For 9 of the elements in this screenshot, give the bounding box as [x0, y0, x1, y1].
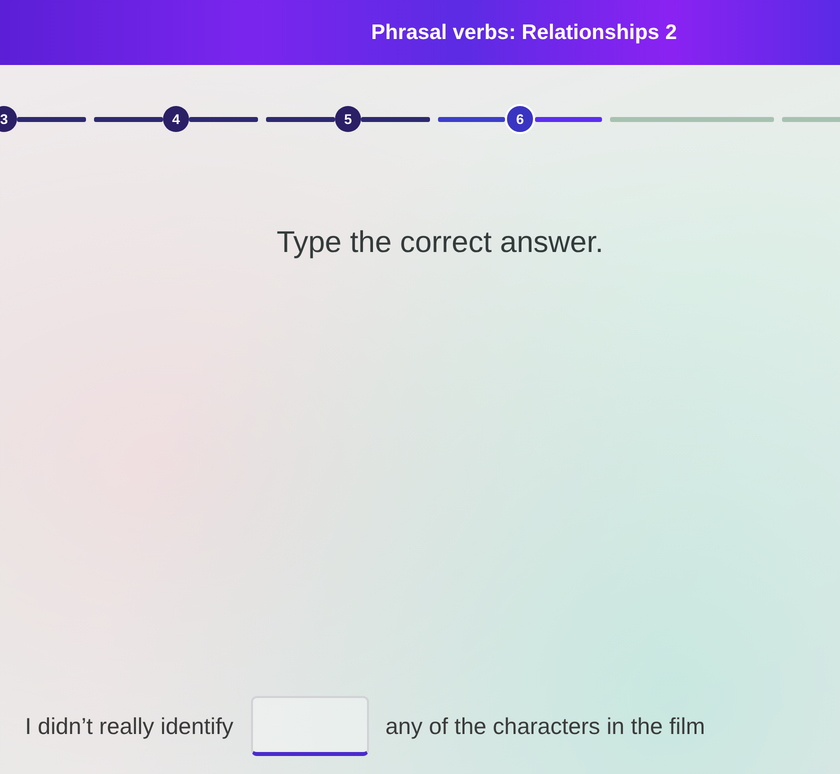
- quiz-title: Phrasal verbs: Relationships 2: [371, 20, 677, 44]
- sentence-text: any of the characters in the film: [385, 712, 705, 740]
- step-circle: 5: [335, 106, 361, 132]
- step-circle: 4: [163, 106, 189, 132]
- sentence-text: I didn’t really identify: [25, 712, 234, 740]
- step-circle: 3: [0, 106, 17, 132]
- instruction-text: Type the correct answer.: [276, 226, 604, 260]
- answer-box[interactable]: [251, 696, 370, 756]
- step-circle: 6: [505, 104, 535, 134]
